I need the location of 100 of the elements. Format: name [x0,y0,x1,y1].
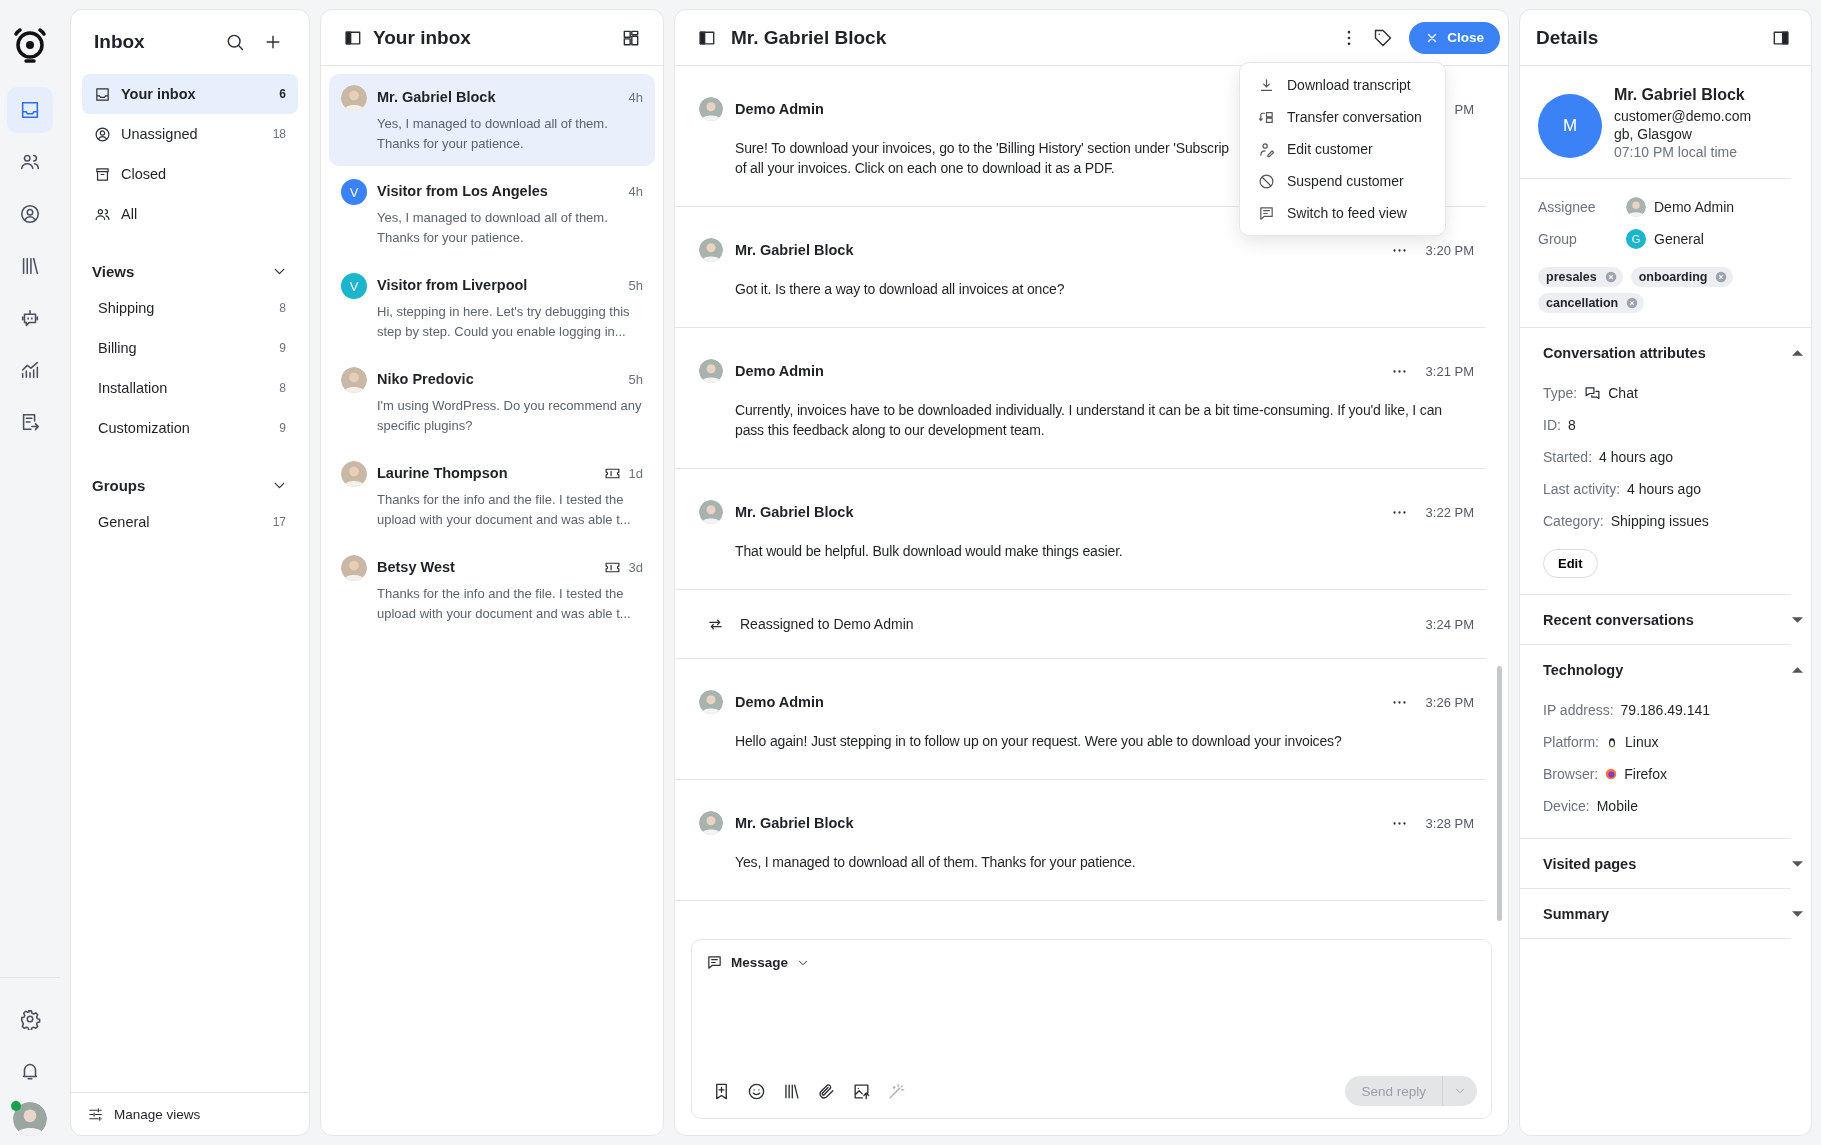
field-label: Assignee [1538,199,1597,215]
avatar [699,238,723,262]
sidebar-item[interactable]: Shipping 8 [82,288,298,328]
robot-icon [19,307,41,329]
section-header[interactable]: Summary [1520,889,1805,938]
sidebar-item[interactable]: Unassigned 18 [82,114,298,154]
attribute-value: 4 hours ago [1599,449,1673,465]
system-event: Reassigned to Demo Admin [740,616,914,632]
conversation-item[interactable]: Niko Predovic 5h I'm using WordPress. Do you recommend any specific plugins? [329,356,655,448]
conversation-item[interactable]: Laurine Thompson 1d Thanks for the info and the file. I tested the upload with your document and was able t... [329,450,655,542]
message-preview: Thanks for the info and the file. I tested the upload with your document and was able t... [377,491,632,529]
conversation-item[interactable]: V Visitor from Los Angeles 4h Yes, I managed to download all of them. Thanks for your patience. [329,168,655,260]
sidebar-item[interactable]: Customization 9 [82,408,298,448]
letter-avatar: V [341,179,367,205]
conversation-title: Mr. Gabriel Block [731,26,887,49]
letter-avatar: V [341,273,367,299]
chart-icon [19,359,41,381]
manage-views-button[interactable]: Manage views [71,1092,309,1135]
sidebar-item[interactable]: All [82,194,298,234]
contact-name: Mr. Gabriel Block [377,89,496,105]
attribute-label: Last activity: [1543,481,1621,497]
customer-location: gb, Glasgow [1614,126,1693,142]
menu-item[interactable]: Edit customer [1240,133,1445,165]
tag-chip[interactable]: onboarding [1630,267,1734,287]
message-time: PM [1454,101,1474,117]
menu-item[interactable]: Switch to feed view [1240,197,1445,229]
menu-item[interactable]: Suspend customer [1240,165,1445,197]
inbox-icon [19,99,41,121]
local-time: 07:10 PM local time [1614,144,1738,160]
inbox-icon [94,85,111,103]
attribute-label: Started: [1543,449,1593,465]
user-edit-icon [1258,140,1275,158]
avatar[interactable] [13,1102,47,1136]
section-header[interactable]: Technology [1520,645,1805,694]
attribute-value: 8 [1567,417,1576,433]
panel-title: Inbox [94,31,145,53]
message-preview: Thanks for the info and the file. I tested the upload with your document and was able t... [377,585,632,623]
sidebar-item[interactable]: Installation 8 [82,368,298,408]
conversation-item[interactable]: Mr. Gabriel Block 4h Yes, I managed to download all of them. Thanks for your patience. [329,74,655,166]
sidebar-item[interactable]: General 17 [82,502,298,542]
avatar [699,359,723,383]
penguin-icon [1606,736,1618,748]
author-name: Mr. Gabriel Block [735,242,854,258]
rail-nav-button[interactable] [7,87,53,133]
contact-name: Visitor from Liverpool [377,277,528,293]
field-value: Demo Admin [1654,199,1735,215]
menu-item[interactable]: Transfer conversation [1240,101,1445,133]
attribute-label: Browser: [1543,766,1599,782]
message-preview: Yes, I managed to download all of them. Thanks for your patience. [377,115,609,153]
attribute-value: 79.186.49.141 [1620,702,1711,718]
edit-button[interactable]: Edit [1543,549,1598,578]
message-preview: Yes, I managed to download all of them. Thanks for your patience. [377,209,609,247]
avatar [699,500,723,524]
conversation-time: 5h [628,371,643,387]
section-header[interactable]: Groups [82,468,298,502]
tag-icon[interactable] [1373,27,1394,48]
avatar [341,85,367,111]
conversation-item[interactable]: V Visitor from Liverpool 5h Hi, stepping in here. Let's try debugging this step by step. Could you enable logging in... [329,262,655,354]
chat-bubbles-icon [1584,384,1602,402]
smiley-icon[interactable] [747,1081,766,1101]
tag-chip[interactable]: presales [1538,267,1623,287]
close-button[interactable]: Close [1409,21,1500,54]
conversation-time: 1d [628,465,643,481]
image-upload-icon[interactable] [852,1081,871,1101]
avatar [699,811,723,835]
chat-icon [1258,204,1275,222]
message-time: 3:26 PM [1425,694,1474,710]
customer-name: Mr. Gabriel Block [1614,86,1746,104]
sidebar-item[interactable]: Billing 9 [82,328,298,368]
sliders-icon [87,1105,104,1123]
section-header[interactable]: Views [82,254,298,288]
paperclip-icon[interactable] [817,1081,836,1101]
sidebar-item[interactable]: Closed [82,154,298,194]
author-name: Demo Admin [735,363,824,379]
author-name: Mr. Gabriel Block [735,504,854,520]
contact-name: Betsy West [377,559,455,575]
tag-chip[interactable]: cancellation [1538,293,1645,313]
author-name: Demo Admin [735,101,824,117]
conversation-item[interactable]: Betsy West 3d Thanks for the info and the file. I tested the upload with your document and was able t... [329,544,655,636]
chat-icon [706,954,723,971]
section-header[interactable]: Recent conversations [1520,595,1805,644]
attribute-label: Device: [1543,798,1590,814]
contact-name: Laurine Thompson [377,465,508,481]
message-time: 3:20 PM [1425,242,1474,258]
message-preview: I'm using WordPress. Do you recommend any specific plugins? [377,397,643,435]
attribute-label: IP address: [1543,702,1614,718]
scrollbar[interactable] [1497,666,1502,921]
message-text: That would be helpful. Bulk download would make things easier. [735,542,1123,561]
download-icon [1258,76,1275,94]
attribute-label: ID: [1543,417,1561,433]
message-time: 3:22 PM [1425,504,1474,520]
menu-item[interactable]: Download transcript [1240,69,1445,101]
message-text: Got it. Is there a way to download all invoices at once? [735,280,1065,299]
customer-email: customer@demo.com [1614,108,1752,124]
message-time: 3:28 PM [1425,815,1474,831]
block-icon [1258,172,1275,190]
sidebar-item[interactable]: Your inbox 6 [82,74,298,114]
author-name: Mr. Gabriel Block [735,815,854,831]
section-header[interactable]: Conversation attributes [1520,328,1805,377]
section-header[interactable]: Visited pages [1520,839,1805,888]
